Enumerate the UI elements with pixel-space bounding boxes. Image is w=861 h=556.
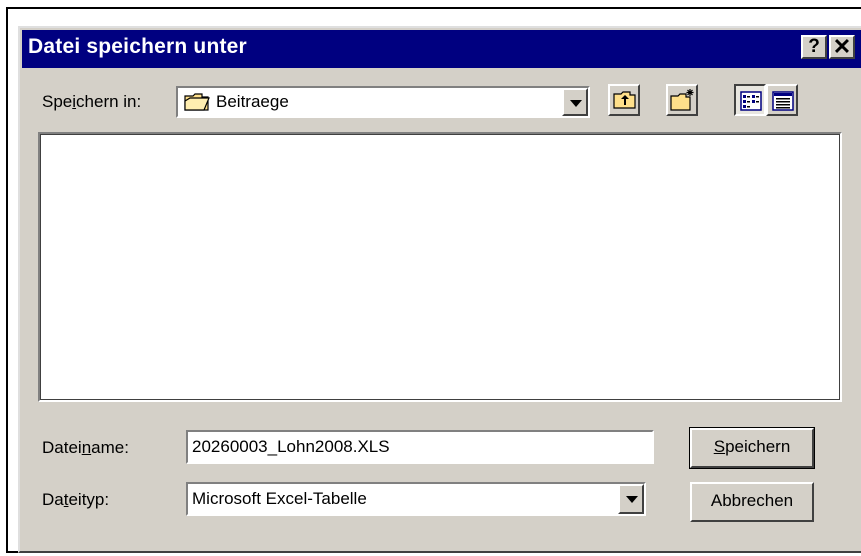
filetype-label: Dateityp: bbox=[42, 490, 110, 509]
details-view-button[interactable] bbox=[766, 84, 798, 116]
filename-label: Dateiname: bbox=[42, 438, 129, 457]
save-button[interactable]: Speichern bbox=[689, 427, 815, 469]
up-one-level-icon bbox=[613, 90, 637, 115]
save-in-label: Speichern in: bbox=[42, 92, 142, 111]
dialog-title: Datei speichern unter bbox=[28, 35, 247, 58]
up-one-level-button[interactable] bbox=[608, 84, 640, 116]
help-button[interactable]: ? bbox=[801, 35, 827, 59]
save-as-dialog: Datei speichern unter ? ✕ Speichern in: … bbox=[18, 26, 861, 553]
close-icon: ✕ bbox=[832, 34, 852, 59]
filename-value: 20260003_Lohn2008.XLS bbox=[192, 437, 390, 456]
folder-icon bbox=[184, 92, 210, 117]
details-view-icon bbox=[772, 91, 794, 116]
help-icon: ? bbox=[808, 36, 820, 57]
new-folder-icon bbox=[670, 88, 696, 117]
cancel-button[interactable]: Abbrechen bbox=[690, 482, 814, 522]
new-folder-button[interactable] bbox=[666, 84, 698, 116]
close-button[interactable]: ✕ bbox=[829, 35, 855, 59]
filetype-dropdown[interactable]: Microsoft Excel-Tabelle bbox=[186, 482, 646, 516]
list-view-button[interactable] bbox=[734, 84, 766, 116]
list-view-icon bbox=[740, 91, 762, 116]
filetype-dropdown-button[interactable] bbox=[618, 484, 644, 514]
save-in-dropdown[interactable]: Beitraege bbox=[176, 86, 590, 118]
filetype-value: Microsoft Excel-Tabelle bbox=[192, 489, 367, 508]
save-in-dropdown-button[interactable] bbox=[562, 88, 588, 116]
title-bar[interactable]: Datei speichern unter ? ✕ bbox=[22, 30, 861, 68]
file-list[interactable] bbox=[38, 132, 842, 402]
filename-input[interactable]: 20260003_Lohn2008.XLS bbox=[186, 430, 654, 464]
save-in-value: Beitraege bbox=[216, 92, 289, 111]
